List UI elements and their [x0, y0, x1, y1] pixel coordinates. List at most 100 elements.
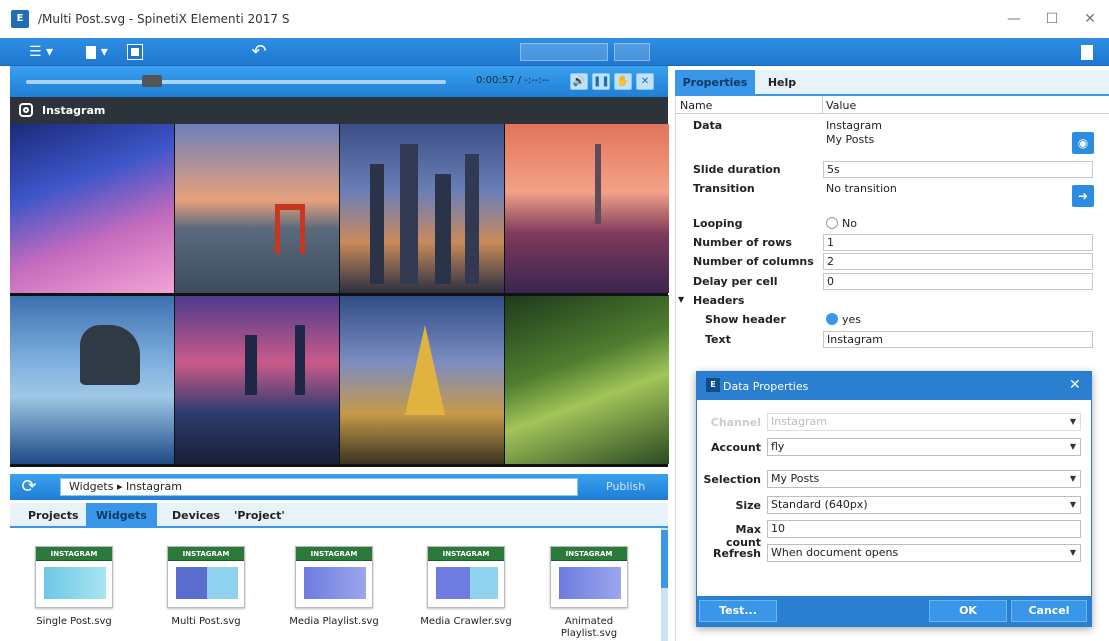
seek-handle[interactable] — [142, 75, 162, 87]
prop-label-text: Text — [705, 333, 731, 346]
test-button[interactable]: Test... — [699, 600, 777, 622]
menu-icon[interactable]: ☰ ▾ — [24, 41, 58, 63]
widget-item-multi-post[interactable]: INSTAGRAM Multi Post.svg — [146, 546, 266, 628]
size-label: Size — [735, 499, 761, 512]
refresh-label: Refresh — [713, 547, 761, 560]
ok-button[interactable]: OK — [929, 600, 1007, 622]
refresh-icon[interactable]: ⟳ — [18, 477, 40, 497]
widget-label: Single Post.svg — [36, 616, 112, 627]
prop-label-show-header: Show header — [705, 313, 786, 326]
toolbar-field-1[interactable] — [520, 43, 608, 61]
widget-thumbnail: INSTAGRAM — [35, 546, 113, 608]
rows-field[interactable]: 1 — [823, 234, 1093, 251]
properties-tabs: Properties Help — [675, 70, 1109, 96]
grid-divider — [10, 294, 668, 296]
photo-forest-path — [505, 295, 669, 464]
side-panel-icon[interactable] — [1076, 41, 1098, 63]
pause-icon[interactable]: ❚❚ — [592, 73, 610, 90]
prop-label-headers: Headers — [693, 294, 745, 307]
collapse-headers-icon[interactable]: ▼ — [678, 295, 684, 304]
timecode: 0:00:57 / -:--:-- — [476, 75, 550, 86]
show-header-radio[interactable] — [826, 313, 838, 325]
photo-monument — [505, 124, 669, 293]
stage-title: Instagram — [42, 104, 106, 117]
rss-feed-icon[interactable]: ◉ — [1072, 132, 1094, 154]
widget-tag: INSTAGRAM — [168, 547, 244, 561]
widget-label: Media Crawler.svg — [420, 616, 512, 627]
prop-label-data: Data — [693, 119, 723, 132]
delay-field[interactable]: 0 — [823, 273, 1093, 290]
publish-button[interactable]: Publish — [606, 480, 645, 493]
widget-tag: INSTAGRAM — [551, 547, 627, 561]
save-icon[interactable] — [124, 41, 146, 63]
cancel-button[interactable]: Cancel — [1011, 600, 1087, 622]
prop-label-looping: Looping — [693, 217, 743, 230]
tab-widgets[interactable]: Widgets — [86, 503, 157, 528]
prop-value-data-selection: My Posts — [826, 133, 875, 146]
column-name: Name — [680, 99, 713, 112]
column-value: Value — [826, 99, 857, 112]
transition-arrow-icon[interactable]: ➜ — [1072, 185, 1094, 207]
widget-label: Media Playlist.svg — [289, 616, 379, 627]
tab-devices[interactable]: Devices — [162, 503, 230, 528]
slide-duration-field[interactable]: 5s — [823, 161, 1093, 178]
channel-label: Channel — [710, 416, 761, 429]
tab-help[interactable]: Help — [755, 70, 809, 96]
title-bar: E /Multi Post.svg - SpinetiX Elementi 20… — [0, 0, 1109, 38]
tab-properties[interactable]: Properties — [675, 70, 755, 96]
looping-radio[interactable] — [826, 217, 838, 229]
tab-project[interactable]: 'Project' — [224, 503, 295, 528]
account-select[interactable]: fly ▼ — [767, 438, 1081, 456]
size-select[interactable]: Standard (640px) ▼ — [767, 496, 1081, 514]
widget-label: Animated Playlist.svg — [560, 616, 618, 639]
prop-value-show-header: yes — [842, 313, 862, 326]
widget-item-single-post[interactable]: INSTAGRAM Single Post.svg — [14, 546, 134, 628]
columns-field[interactable]: 2 — [823, 253, 1093, 270]
close-window-button[interactable]: ✕ — [1076, 6, 1104, 32]
browser-tabs: Projects Widgets Devices 'Project' — [10, 503, 668, 528]
main-toolbar: ☰ ▾ ▾ ↶ — [0, 38, 1109, 66]
dialog-close-icon[interactable]: ✕ — [1069, 377, 1081, 393]
player-controls: 0:00:57 / -:--:-- 🔊 ❚❚ ✋ ✕ — [10, 66, 668, 97]
header-text-field[interactable]: Instagram — [823, 331, 1093, 348]
widget-thumbnail: INSTAGRAM — [550, 546, 628, 608]
widgets-scrollbar-thumb[interactable] — [661, 530, 668, 588]
stop-icon[interactable]: ✕ — [636, 73, 654, 90]
tab-projects[interactable]: Projects — [18, 503, 89, 528]
photo-golden-pagoda — [340, 295, 504, 464]
photo-cherry-blossom — [10, 124, 174, 293]
prop-label-rows: Number of rows — [693, 236, 792, 249]
widget-thumbnail: INSTAGRAM — [167, 546, 245, 608]
widget-thumbnail: INSTAGRAM — [427, 546, 505, 608]
path-input[interactable]: Widgets ▸ Instagram — [60, 478, 578, 496]
widget-tag: INSTAGRAM — [428, 547, 504, 561]
photo-river-city — [175, 295, 339, 464]
widget-item-media-crawler[interactable]: INSTAGRAM Media Crawler.svg — [406, 546, 526, 628]
widgets-list: INSTAGRAM Single Post.svg INSTAGRAM Mult… — [10, 528, 668, 641]
account-label: Account — [710, 441, 761, 454]
channel-select: Instagram ▼ — [767, 413, 1081, 431]
instagram-icon — [19, 103, 33, 117]
maximize-button[interactable]: ☐ — [1038, 6, 1066, 32]
app-logo-icon: E — [706, 378, 720, 392]
max-count-label: Max count — [726, 523, 761, 549]
volume-icon[interactable]: 🔊 — [570, 73, 588, 90]
new-file-icon[interactable]: ▾ — [80, 41, 114, 63]
stage-header: Instagram — [10, 97, 668, 124]
widget-item-media-playlist[interactable]: INSTAGRAM Media Playlist.svg — [274, 546, 394, 628]
widget-tag: INSTAGRAM — [296, 547, 372, 561]
widget-item-animated-playlist[interactable]: INSTAGRAM Animated Playlist.svg — [530, 546, 648, 640]
minimize-button[interactable]: — — [1000, 6, 1028, 32]
prop-value-data-channel: Instagram — [826, 119, 882, 132]
max-count-input[interactable]: 10 — [767, 520, 1081, 538]
refresh-select[interactable]: When document opens ▼ — [767, 544, 1081, 562]
undo-icon[interactable]: ↶ — [248, 41, 270, 63]
prop-label-slide-duration: Slide duration — [693, 163, 781, 176]
seek-bar[interactable] — [26, 80, 446, 84]
toolbar-field-2[interactable] — [614, 43, 650, 61]
preview-stage: Instagram — [10, 97, 669, 467]
prop-label-delay: Delay per cell — [693, 275, 778, 288]
photo-sea-rock — [10, 295, 174, 464]
hand-icon[interactable]: ✋ — [614, 73, 632, 90]
selection-select[interactable]: My Posts ▼ — [767, 470, 1081, 488]
